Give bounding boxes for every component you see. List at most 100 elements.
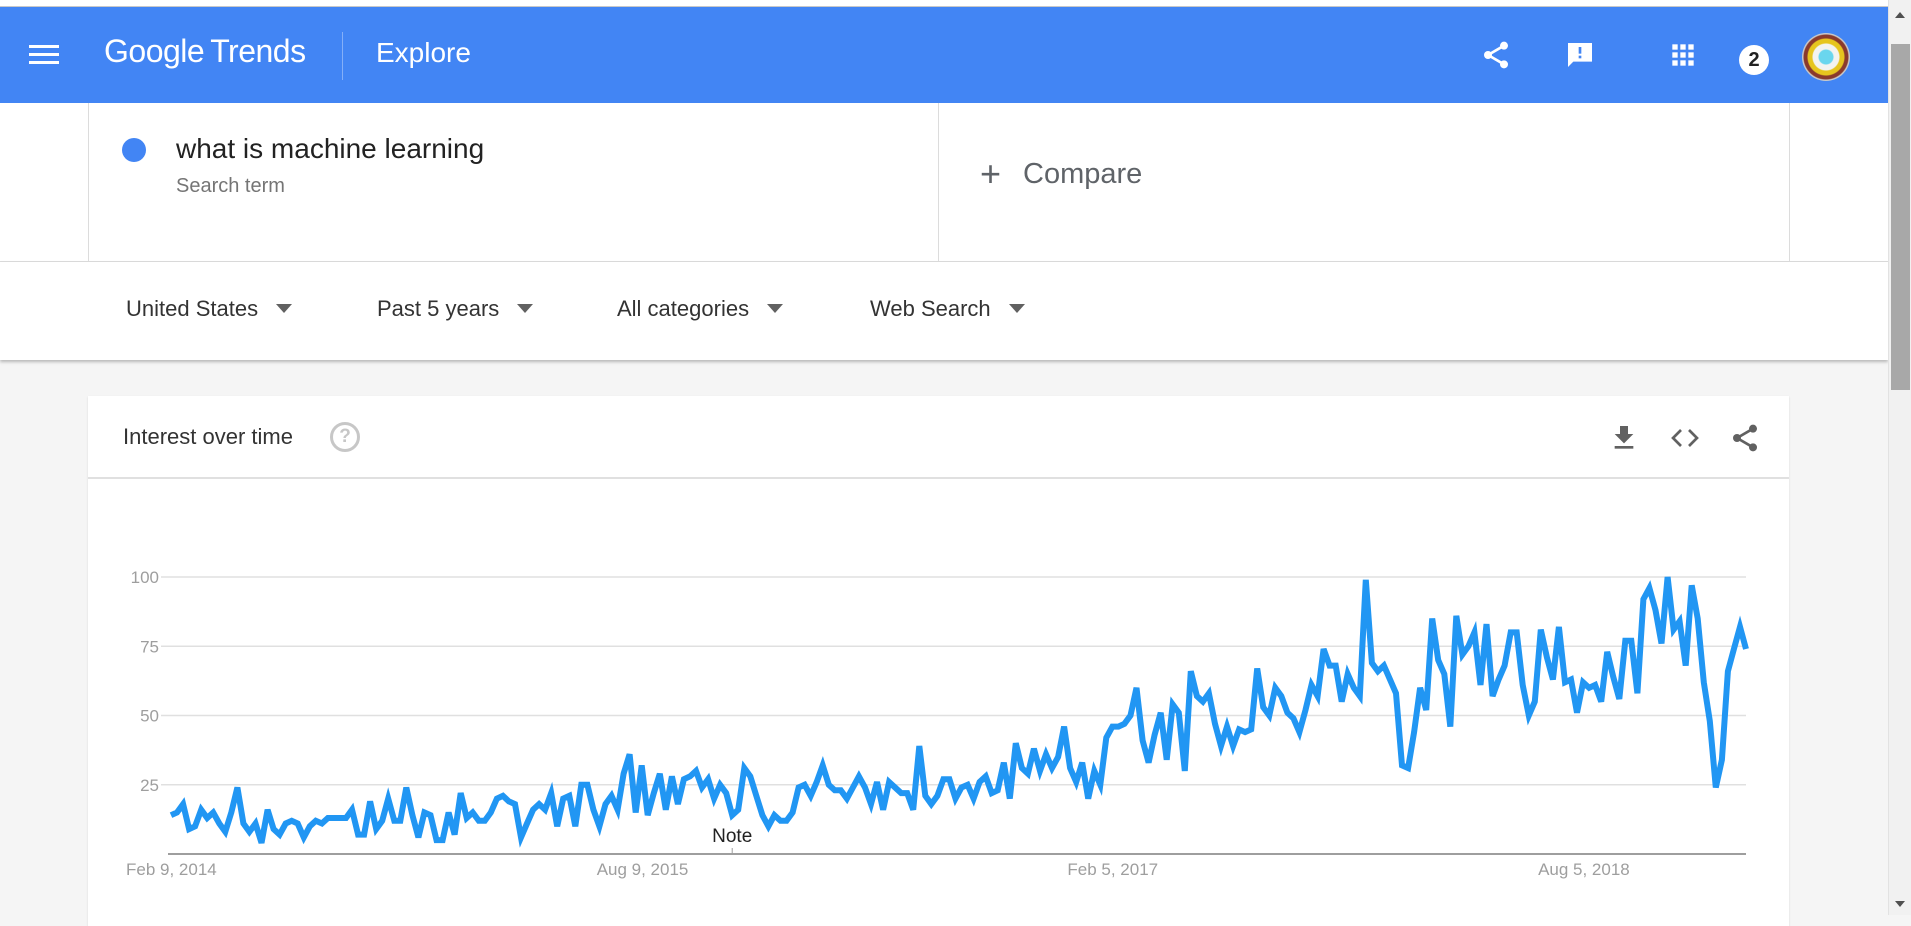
data-point: [597, 824, 601, 828]
x-tick-label: Aug 9, 2015: [597, 860, 689, 879]
data-point: [935, 794, 939, 798]
data-point: [241, 822, 245, 826]
data-point: [664, 808, 668, 812]
scroll-down-arrow-icon[interactable]: [1895, 901, 1905, 907]
vertical-scrollbar[interactable]: [1888, 0, 1911, 915]
data-point: [1388, 678, 1392, 682]
data-point: [290, 819, 294, 823]
data-point: [1092, 769, 1096, 773]
data-point: [785, 819, 789, 823]
data-point: [1267, 714, 1271, 718]
data-point: [199, 808, 203, 812]
data-point: [1424, 708, 1428, 712]
data-point: [815, 780, 819, 784]
data-point: [1629, 639, 1633, 643]
data-point: [966, 783, 970, 787]
data-point: [350, 808, 354, 812]
data-point: [1116, 725, 1120, 729]
data-point: [736, 808, 740, 812]
data-point: [1714, 786, 1718, 790]
data-point: [380, 819, 384, 823]
data-point: [658, 772, 662, 776]
data-point: [429, 813, 433, 817]
data-point: [278, 833, 282, 837]
data-point: [899, 791, 903, 795]
data-point: [954, 797, 958, 801]
data-point: [923, 794, 927, 798]
data-point: [169, 813, 173, 817]
data-point: [1237, 727, 1241, 731]
data-point: [386, 797, 390, 801]
data-point: [1008, 797, 1012, 801]
data-point: [211, 811, 215, 815]
data-point: [972, 797, 976, 801]
data-point: [362, 833, 366, 837]
data-point: [1370, 661, 1374, 665]
data-point: [1340, 700, 1344, 704]
data-point: [459, 791, 463, 795]
data-point: [1611, 675, 1615, 679]
data-point: [416, 835, 420, 839]
data-point: [1726, 669, 1730, 673]
data-point: [1406, 766, 1410, 770]
data-point: [772, 813, 776, 817]
data-point: [1732, 647, 1736, 651]
data-point: [1497, 678, 1501, 682]
data-point: [1195, 694, 1199, 698]
data-point: [338, 816, 342, 820]
data-point: [308, 824, 312, 828]
data-point: [1225, 725, 1229, 729]
data-point: [706, 777, 710, 781]
data-point: [1328, 664, 1332, 668]
data-point: [1020, 766, 1024, 770]
data-point: [489, 811, 493, 815]
data-point: [960, 786, 964, 790]
data-point: [791, 811, 795, 815]
data-point: [1014, 741, 1018, 745]
data-point: [1104, 736, 1108, 740]
data-point: [1110, 725, 1114, 729]
data-point: [1074, 780, 1078, 784]
data-point: [1617, 697, 1621, 701]
data-point: [1219, 744, 1223, 748]
data-point: [1086, 797, 1090, 801]
data-point: [1641, 597, 1645, 601]
data-point: [1249, 727, 1253, 731]
data-point: [1002, 761, 1006, 765]
data-point: [284, 822, 288, 826]
data-point: [217, 822, 221, 826]
data-point: [712, 797, 716, 801]
data-point: [1038, 769, 1042, 773]
data-point: [779, 819, 783, 823]
data-point: [1563, 680, 1567, 684]
data-point: [247, 830, 251, 834]
data-point: [1720, 758, 1724, 762]
data-point: [766, 824, 770, 828]
data-point: [1635, 691, 1639, 695]
data-point: [1165, 758, 1169, 762]
data-point: [483, 819, 487, 823]
data-point: [1255, 666, 1259, 670]
data-point: [1460, 653, 1464, 657]
data-point: [1050, 766, 1054, 770]
data-point: [1382, 664, 1386, 668]
data-point: [1189, 669, 1193, 673]
data-point: [748, 774, 752, 778]
data-point: [676, 802, 680, 806]
data-point: [1654, 608, 1658, 612]
data-point: [1430, 617, 1434, 621]
data-point: [1690, 583, 1694, 587]
data-point: [453, 833, 457, 837]
scrollbar-thumb[interactable]: [1891, 44, 1910, 390]
data-point: [1135, 686, 1139, 690]
data-point: [1261, 705, 1265, 709]
data-point: [833, 788, 837, 792]
data-point: [700, 786, 704, 790]
data-point: [1696, 617, 1700, 621]
data-point: [1708, 719, 1712, 723]
data-point: [688, 774, 692, 778]
data-point: [1738, 625, 1742, 629]
data-point: [398, 819, 402, 823]
scroll-up-arrow-icon[interactable]: [1895, 12, 1905, 18]
data-point: [332, 816, 336, 820]
